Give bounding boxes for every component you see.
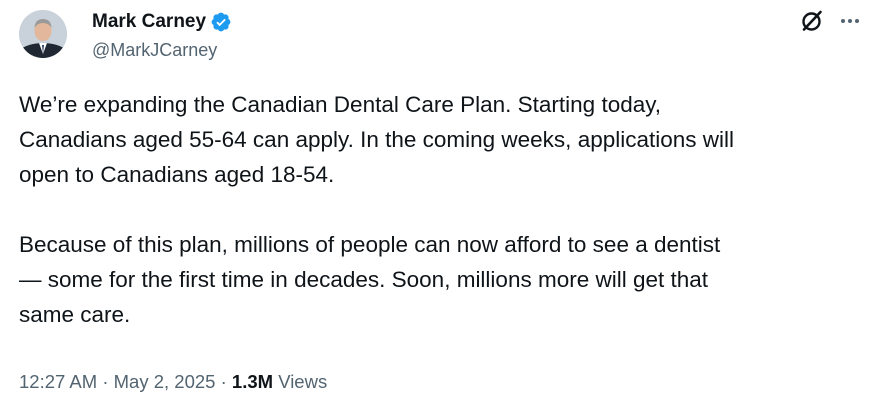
post-text: We’re expanding the Canadian Dental Care… [19,87,869,332]
avatar-image [19,10,67,58]
meta-separator: · [102,371,109,392]
post-time[interactable]: 12:27 AM [19,371,97,392]
post-line: We’re expanding the Canadian Dental Care… [19,92,662,117]
views-label: Views [278,371,328,392]
post-line: open to Canadians aged 18-54. [19,162,335,187]
meta-separator: · [220,371,227,392]
post-meta: 12:27 AM · May 2, 2025 · 1.3M Views [19,368,327,396]
post-paragraph-1: We’re expanding the Canadian Dental Care… [19,87,869,192]
tweet-card: Mark Carney @MarkJCarney We’re expanding… [0,0,873,408]
post-line: same care. [19,302,131,327]
author-display-name[interactable]: Mark Carney [92,10,206,34]
post-date[interactable]: May 2, 2025 [114,371,216,392]
post-line: Canadians aged 55-64 can apply. In the c… [19,127,735,152]
post-paragraph-2: Because of this plan, millions of people… [19,227,869,332]
author-block: Mark Carney @MarkJCarney [92,10,232,62]
post-line: Because of this plan, millions of people… [19,232,721,257]
author-handle[interactable]: @MarkJCarney [92,38,232,62]
top-actions [799,8,861,34]
verified-badge-icon[interactable] [210,11,232,33]
avatar[interactable] [19,10,67,58]
views-count[interactable]: 1.3M [232,371,273,392]
name-row: Mark Carney [92,10,232,34]
grok-icon[interactable] [799,8,825,34]
post-line: — some for the first time in decades. So… [19,267,709,292]
more-options-icon[interactable] [839,10,861,32]
